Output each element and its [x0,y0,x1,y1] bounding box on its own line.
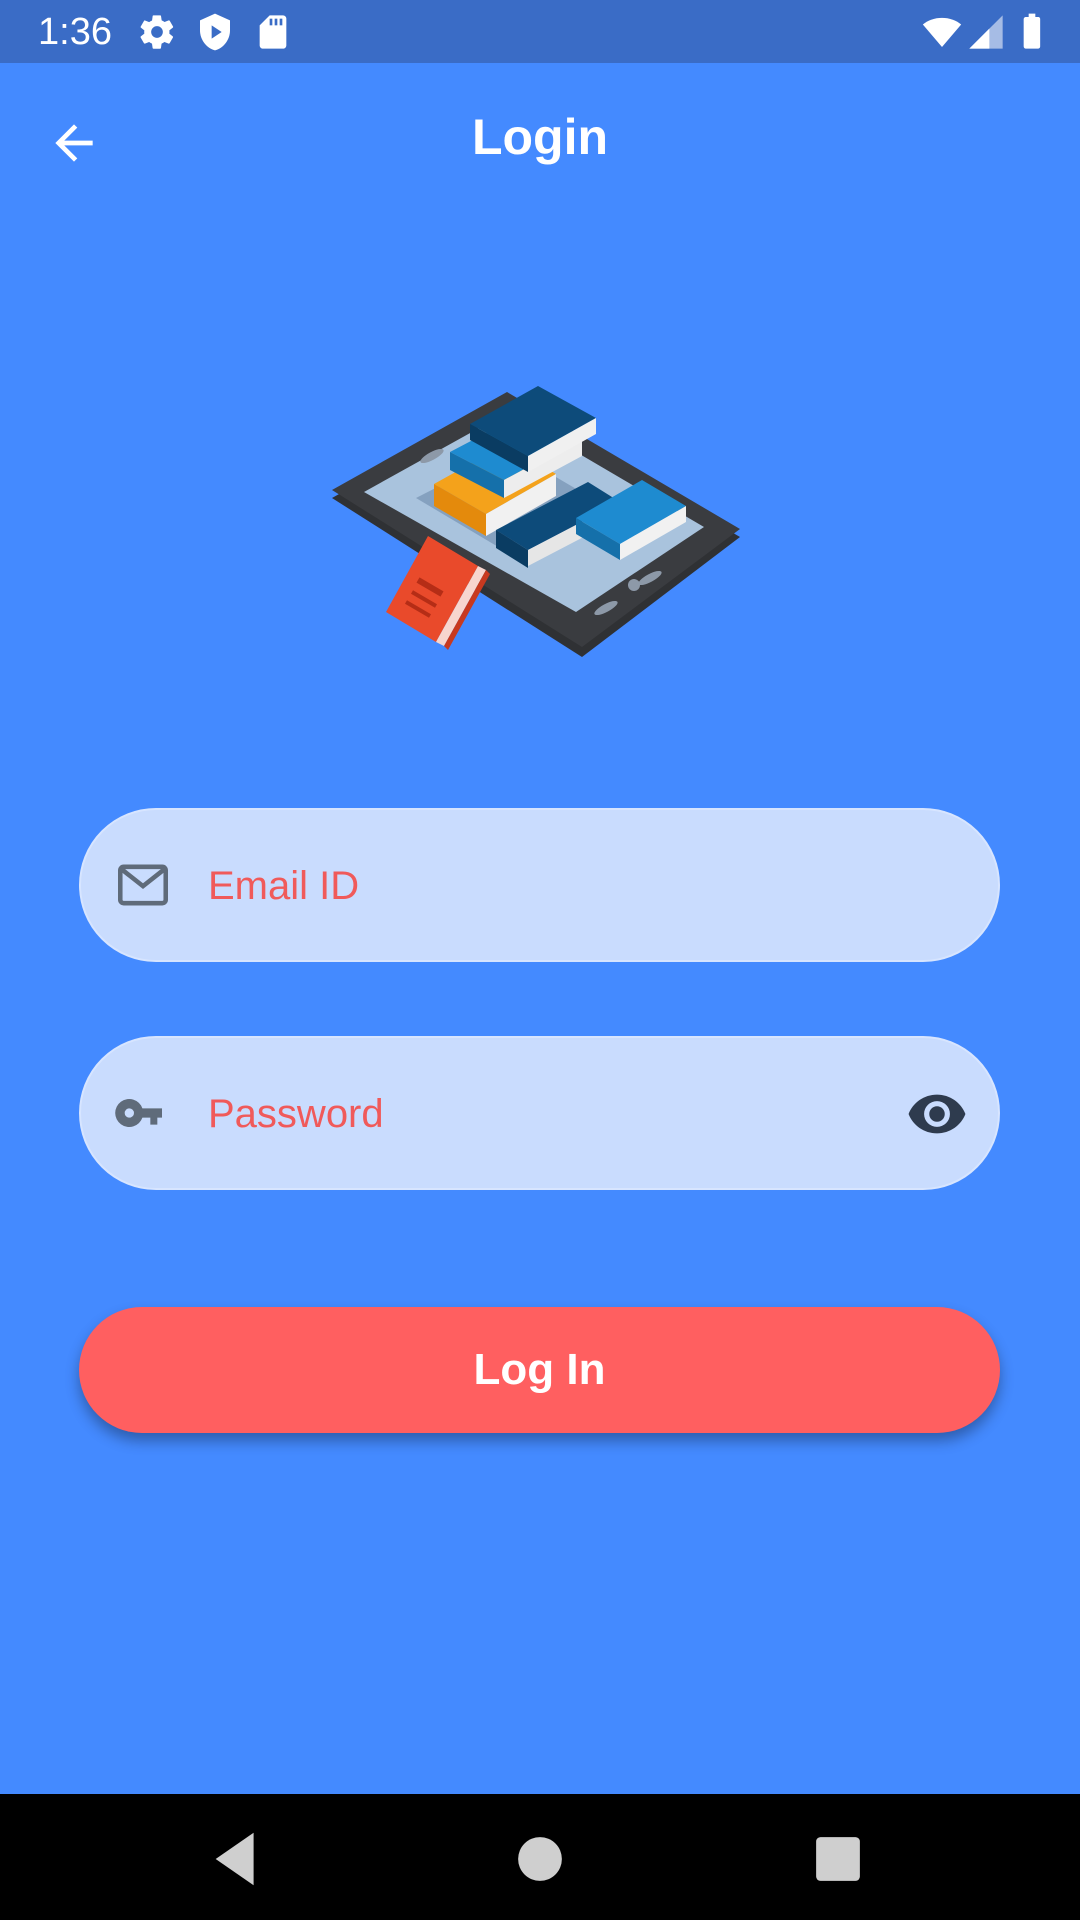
back-triangle-icon[interactable] [204,1824,274,1894]
key-icon [115,1099,162,1127]
gear-icon [140,15,174,49]
battery-icon [1023,13,1041,49]
page-title: Login [471,109,609,165]
shield-play-icon [200,13,230,51]
home-circle-icon[interactable] [505,1824,575,1894]
mail-icon [118,864,168,906]
books-on-tablet-illustration [332,386,740,657]
email-input[interactable] [206,810,850,962]
password-input[interactable] [206,1038,850,1190]
status-bar: 1:36 [0,0,1080,63]
login-button[interactable]: Log In [79,1307,1000,1433]
recents-square-icon[interactable] [803,1824,873,1894]
eye-icon[interactable] [906,1083,968,1145]
navigation-bar [0,1794,1080,1920]
status-time: 1:36 [38,11,112,53]
wifi-icon [922,17,962,47]
password-field[interactable] [79,1036,1000,1190]
app-bar: Login [0,63,1080,209]
email-field[interactable] [79,808,1000,962]
sd-card-icon [259,15,287,49]
signal-icon [969,15,1003,49]
